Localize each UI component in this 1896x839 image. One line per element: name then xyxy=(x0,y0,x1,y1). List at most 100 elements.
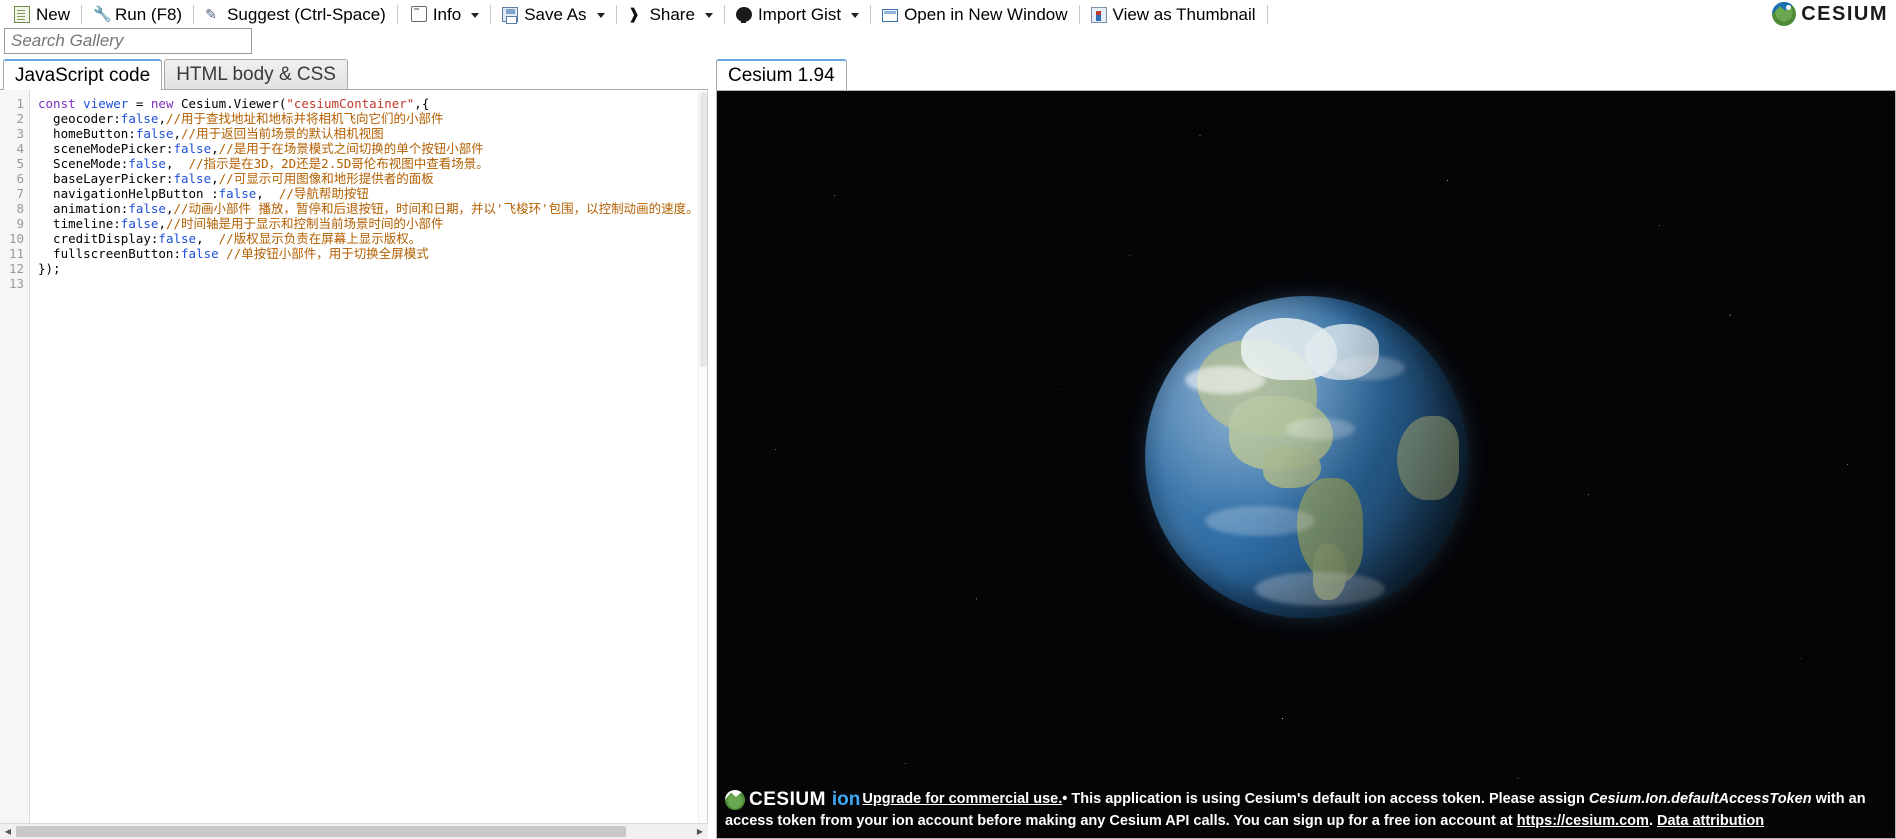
cesium-logo-icon xyxy=(1772,2,1797,26)
line-number: 7 xyxy=(16,186,24,201)
code-token: //时间轴是用于显示和控制当前场景时间的小部件 xyxy=(165,216,444,231)
chevron-down-icon[interactable] xyxy=(851,12,860,18)
code-token: false xyxy=(135,126,174,141)
toolbar-button-info[interactable]: Info xyxy=(400,1,488,27)
toolbar-label-new: New xyxy=(36,4,71,24)
scrollbar-thumb[interactable] xyxy=(700,92,707,367)
code-token: geocoder: xyxy=(38,111,121,126)
toolbar-button-suggest[interactable]: ✎ Suggest (Ctrl-Space) xyxy=(196,1,395,27)
search-input[interactable] xyxy=(4,28,252,54)
line-number: 8 xyxy=(16,201,24,216)
toolbar-label-open-new-window: Open in New Window xyxy=(904,4,1068,24)
editor-tabs: JavaScript code HTML body & CSS xyxy=(0,58,708,90)
tab-label: HTML body & CSS xyxy=(176,63,336,85)
code-token: = xyxy=(128,96,151,111)
window-icon xyxy=(882,8,899,22)
thumbnail-icon xyxy=(1090,6,1107,23)
code-token: false xyxy=(128,156,166,171)
new-document-icon xyxy=(14,5,30,23)
cesium-ion-logo-word: CESIUM xyxy=(749,789,826,810)
cesium-ion-credit-overlay: CESIUM ion Upgrade for commercial use.• … xyxy=(717,785,1895,838)
viewer-pane: Cesium 1.94 CESIUM ion Upgrade for comme… xyxy=(708,58,1896,839)
line-number: 10 xyxy=(8,231,24,246)
code-token: creditDisplay: xyxy=(38,231,159,246)
scroll-right-arrow-icon[interactable]: ▶ xyxy=(692,824,708,839)
code-token: , xyxy=(256,186,279,201)
line-number: 1 xyxy=(16,96,24,111)
code-content[interactable]: const viewer = new Cesium.Viewer("cesium… xyxy=(30,90,707,823)
toolbar-button-import-gist[interactable]: Import Gist xyxy=(727,1,868,27)
toolbar-button-view-thumbnail[interactable]: View as Thumbnail xyxy=(1082,1,1265,27)
tab-html-body-css[interactable]: HTML body & CSS xyxy=(164,59,348,89)
chevron-down-icon[interactable] xyxy=(471,12,480,18)
globe-shading-overlay xyxy=(1145,296,1467,619)
code-token: , xyxy=(173,126,182,141)
data-attribution-link[interactable]: Data attribution xyxy=(1657,813,1764,829)
suggest-icon: ✎ xyxy=(205,5,217,22)
cesium-site-link[interactable]: https://cesium.com xyxy=(1517,813,1649,829)
code-token: ,{ xyxy=(414,96,430,111)
upgrade-commercial-link[interactable]: Upgrade for commercial use. xyxy=(862,791,1062,807)
code-token: , xyxy=(158,216,166,231)
cesium-brand-logo[interactable]: CESIUM xyxy=(1772,0,1888,28)
code-token: const xyxy=(38,96,84,111)
scrollbar-thumb[interactable] xyxy=(16,825,626,837)
toolbar-divider xyxy=(1078,4,1080,24)
code-token: }); xyxy=(38,261,61,276)
editor-horizontal-scrollbar[interactable]: ◀ ▶ xyxy=(0,823,708,839)
toolbar-divider xyxy=(1266,4,1268,24)
editor-pane: JavaScript code HTML body & CSS 12345678… xyxy=(0,58,708,839)
code-token: timeline: xyxy=(38,216,121,231)
earth-globe[interactable] xyxy=(1145,296,1467,619)
tab-cesium-version[interactable]: Cesium 1.94 xyxy=(716,59,847,90)
credit-token-name: Cesium.Ion.defaultAccessToken xyxy=(1588,791,1812,807)
toolbar-button-open-new-window[interactable]: Open in New Window xyxy=(873,1,1076,27)
code-token: , xyxy=(211,141,219,156)
code-token: new xyxy=(150,96,181,111)
code-token: , xyxy=(165,156,189,171)
line-number: 6 xyxy=(16,171,24,186)
code-line: const viewer = new Cesium.Viewer("cesium… xyxy=(38,96,707,111)
chevron-down-icon[interactable] xyxy=(704,12,713,18)
scrollbar-track[interactable] xyxy=(16,824,692,839)
line-number: 4 xyxy=(16,141,24,156)
code-line: }); xyxy=(38,261,707,276)
line-number: 12 xyxy=(8,261,24,276)
chevron-down-icon[interactable] xyxy=(596,12,605,18)
toolbar-divider xyxy=(870,4,872,24)
code-line: creditDisplay:false, //版权显示负责在屏幕上显示版权。 xyxy=(38,231,707,246)
cesium-globe-viewport[interactable]: CESIUM ion Upgrade for commercial use.• … xyxy=(716,90,1896,839)
code-token: //可显示可用图像和地形提供者的面板 xyxy=(218,171,434,186)
code-token: //是用于在场景模式之间切换的单个按钮小部件 xyxy=(218,141,484,156)
search-row xyxy=(0,28,1896,58)
code-token: "cesiumContainer" xyxy=(286,96,415,111)
code-token: viewer xyxy=(83,96,129,111)
tab-javascript-code[interactable]: JavaScript code xyxy=(3,59,163,90)
line-number: 13 xyxy=(8,276,24,291)
code-token: , xyxy=(196,231,219,246)
code-editor[interactable]: 1 2 3 4 5 6 7 8 9 10 11 12 13 const viewer = new Ces… xyxy=(0,90,708,823)
line-number: 3 xyxy=(16,126,24,141)
code-token: fullscreenButton: xyxy=(38,246,181,261)
main-split: JavaScript code HTML body & CSS 12345678… xyxy=(0,58,1896,839)
code-line: SceneMode:false, //指示是在3D，2D还是2.5D哥伦布视图中… xyxy=(38,156,707,171)
toolbar-button-share[interactable]: ❱ Share xyxy=(619,1,722,27)
scroll-left-arrow-icon[interactable]: ◀ xyxy=(0,824,16,839)
code-token: false xyxy=(173,171,212,186)
code-token: homeButton: xyxy=(38,126,136,141)
toolbar-divider xyxy=(81,4,83,24)
github-icon xyxy=(735,7,752,23)
cesium-ion-logo-icon xyxy=(725,789,745,810)
code-token: //指示是在3D，2D还是2.5D哥伦布视图中查看场景。 xyxy=(188,156,489,171)
viewer-tab-label: Cesium 1.94 xyxy=(728,64,835,86)
code-token: false xyxy=(158,231,197,246)
code-token: false xyxy=(120,111,159,126)
toolbar-button-run[interactable]: 🔧 Run (F8) xyxy=(84,1,191,27)
code-token: false xyxy=(218,186,257,201)
code-line: sceneModePicker:false,//是用于在场景模式之间切换的单个按… xyxy=(38,141,707,156)
toolbar-divider xyxy=(615,4,617,24)
toolbar-divider xyxy=(193,4,195,24)
toolbar-button-new[interactable]: New xyxy=(4,1,79,27)
editor-vertical-scrollbar[interactable] xyxy=(698,90,707,823)
toolbar-button-save-as[interactable]: Save As xyxy=(493,1,613,27)
